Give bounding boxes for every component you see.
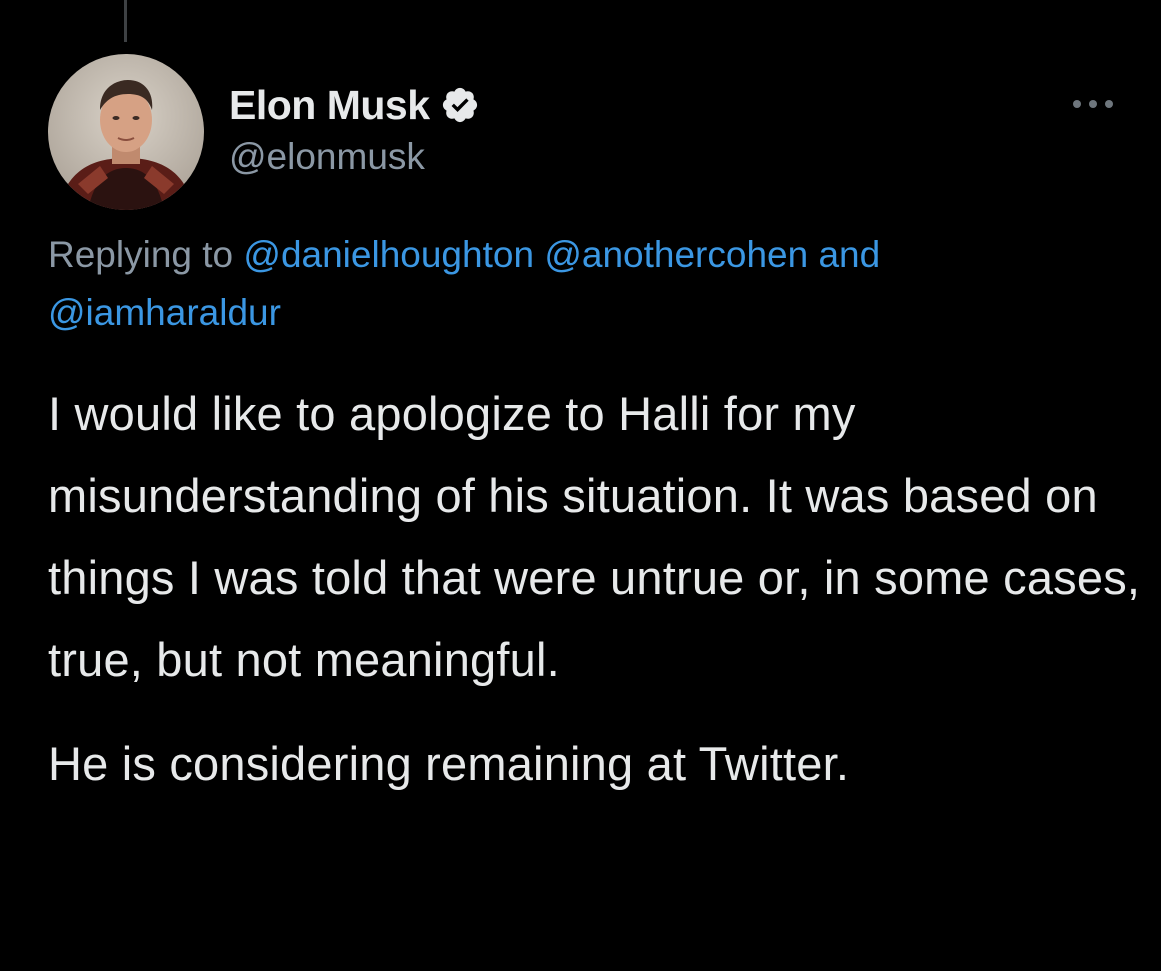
tweet-text: I would like to apologize to Halli for m… <box>48 373 1148 805</box>
author-handle[interactable]: @elonmusk <box>229 136 425 178</box>
author-header: Elon Musk <box>229 80 480 130</box>
thread-connector-line <box>124 0 127 42</box>
verified-badge-icon[interactable] <box>440 85 480 125</box>
author-display-name[interactable]: Elon Musk <box>229 82 430 129</box>
mention-link[interactable]: @anothercohen <box>544 234 808 275</box>
avatar[interactable] <box>48 54 204 210</box>
more-options-icon[interactable] <box>1066 93 1120 115</box>
profile-photo-icon <box>48 54 204 210</box>
replying-to-label: Replying to <box>48 234 234 275</box>
mention-link[interactable]: @iamharaldur <box>48 292 281 333</box>
mention-conjunction[interactable]: and <box>818 234 880 275</box>
tweet-paragraph: He is considering remaining at Twitter. <box>48 737 850 790</box>
reply-context: Replying to @danielhoughton @anothercohe… <box>48 226 1128 342</box>
mention-link[interactable]: @danielhoughton <box>243 234 534 275</box>
tweet-paragraph: I would like to apologize to Halli for m… <box>48 387 1141 686</box>
